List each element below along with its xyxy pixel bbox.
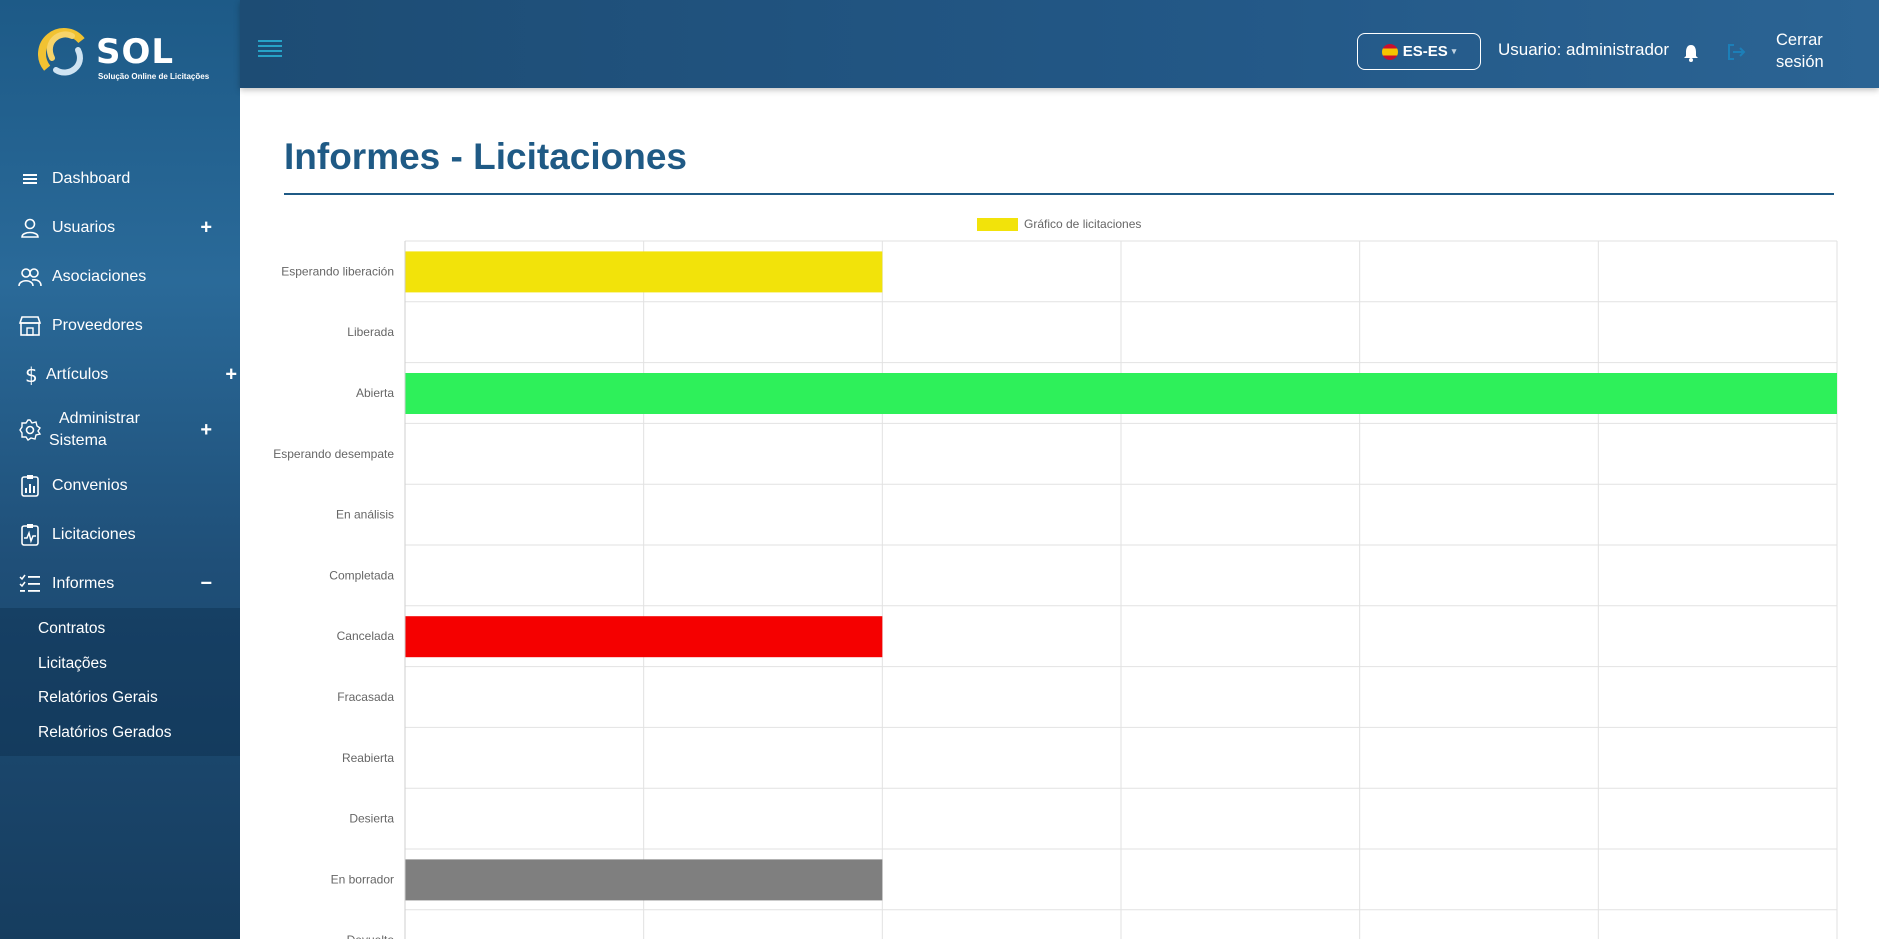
sidebar-item-asociaciones[interactable]: Asociaciones [0,252,240,301]
y-tick-label: Abierta [356,386,394,400]
language-label: ES-ES [1402,43,1448,60]
logout-button[interactable]: Cerrar sesión [1776,29,1836,73]
y-tick-label: En análisis [336,508,394,522]
sidebar-item-licitaciones[interactable]: Licitaciones [0,510,240,559]
dollar-icon: $ [22,363,40,387]
submenu-item-relatorios-gerais[interactable]: Relatórios Gerais [0,681,240,716]
sidebar-item-articulos[interactable]: $ Artículos + [0,350,240,399]
spain-flag-icon [1381,43,1398,60]
bar [405,859,883,901]
y-tick-label: Devuelto [347,933,395,939]
y-tick-label: En borrador [331,872,394,886]
informes-submenu: Contratos Licitações Relatórios Gerais R… [0,608,240,756]
list-icon [18,167,42,191]
y-tick-label: Esperando liberación [281,264,394,278]
user-label: Usuario: administrador [1498,40,1670,59]
sol-logo[interactable]: SOL Solução Online de Licitações [38,26,210,84]
sidebar-item-proveedores[interactable]: Proveedores [0,301,240,350]
store-icon [18,314,42,338]
sidebar-item-usuarios[interactable]: Usuarios + [0,203,240,252]
logo-brand: SOL [96,32,175,72]
sidebar-item-label: Asociaciones [52,267,147,285]
checklist-icon [18,572,42,596]
logout-label-line2: sesión [1776,53,1824,71]
y-tick-label: Esperando desempate [273,447,394,461]
logo-tagline: Solução Online de Licitações [98,72,210,81]
title-divider [284,193,1834,195]
sidebar-item-label: Convenios [52,476,128,494]
gear-icon [18,418,42,442]
y-tick-label: Cancelada [337,629,395,643]
y-tick-label: Reabierta [342,751,394,765]
bell-icon[interactable] [1683,44,1699,62]
clipboard-chart-icon [18,474,42,498]
top-bar: ES-ES ▾ Usuario: administrador Cerrar se… [240,0,1879,88]
y-tick-label: Completada [329,568,394,582]
sidebar-item-convenios[interactable]: Convenios [0,461,240,510]
sidebar-item-label-line1: Administrar [59,410,140,427]
clipboard-pulse-icon [18,523,42,547]
page-title: Informes - Licitaciones [284,136,687,177]
submenu-item-relatorios-gerados[interactable]: Relatórios Gerados [0,716,240,751]
users-icon [18,265,42,289]
sidebar-item-label: Administrar Sistema [49,408,140,452]
sol-logo-icon [38,28,90,80]
logout-icon[interactable] [1725,41,1747,63]
expand-plus-icon[interactable]: + [200,216,212,239]
sidebar-item-dashboard[interactable]: Dashboard [0,154,240,203]
y-tick-label: Desierta [349,812,394,826]
bar [405,373,1837,414]
menu-toggle-icon[interactable] [258,40,282,58]
sidebar-item-administrar-sistema[interactable]: Administrar Sistema + [0,399,240,461]
sidebar-item-label: Dashboard [52,169,131,187]
sidebar-item-label: Artículos [46,365,109,383]
collapse-minus-icon[interactable]: − [200,572,212,595]
y-tick-label: Liberada [347,325,394,339]
sidebar-item-label: Usuarios [52,218,116,236]
chevron-down-icon: ▾ [1451,46,1457,56]
sidebar-nav: Dashboard Usuarios + Asociaciones Provee… [0,154,240,756]
expand-plus-icon[interactable]: + [200,419,212,441]
logout-label-line1: Cerrar [1776,31,1823,49]
sidebar-item-label: Proveedores [52,316,143,334]
sidebar-item-informes[interactable]: Informes − [0,559,240,608]
bar-chart-svg: Esperando liberación Liberada Abierta Esper… [273,240,1838,939]
bar [405,251,883,293]
sidebar-item-label: Informes [52,574,115,592]
expand-plus-icon[interactable]: + [225,363,237,386]
sidebar: SOL Solução Online de Licitações Dashboa… [0,0,240,939]
submenu-item-licitacoes[interactable]: Licitações [0,647,240,682]
sidebar-item-label: Licitaciones [52,525,136,543]
language-selector[interactable]: ES-ES ▾ [1357,33,1481,70]
svg-text:$: $ [25,364,38,386]
user-icon [18,216,42,240]
y-tick-label: Fracasada [337,690,394,704]
sidebar-item-label-line2: Sistema [49,432,107,449]
licitaciones-chart: Gráfico de licitaciones Esperando libera… [240,205,1879,939]
submenu-item-contratos[interactable]: Contratos [0,612,240,647]
bar [405,616,883,658]
